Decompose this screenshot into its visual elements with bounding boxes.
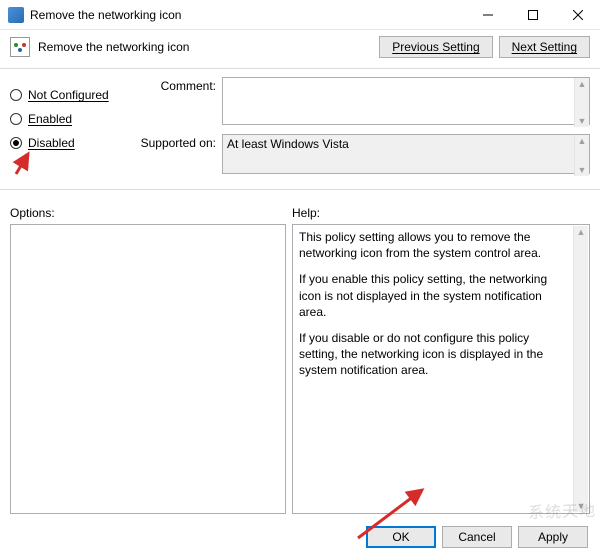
app-icon xyxy=(8,7,24,23)
policy-icon xyxy=(10,37,30,57)
apply-button[interactable]: Apply xyxy=(518,526,588,548)
radio-dot xyxy=(10,89,22,101)
previous-setting-button[interactable]: Previous Setting xyxy=(379,36,492,58)
scrollbar[interactable]: ▲▼ xyxy=(573,226,588,512)
comment-label: Comment: xyxy=(140,77,222,93)
radio-dot xyxy=(10,113,22,125)
radio-dot xyxy=(10,137,22,149)
mid-labels: Options: Help: xyxy=(0,198,600,224)
radio-not-configured[interactable]: Not Configured xyxy=(10,83,140,107)
help-panel: This policy setting allows you to remove… xyxy=(292,224,590,514)
minimize-icon xyxy=(483,10,493,20)
help-paragraph: If you enable this policy setting, the n… xyxy=(299,271,571,320)
policy-title: Remove the networking icon xyxy=(38,40,373,54)
radio-label: Disabled xyxy=(28,136,75,150)
comment-row: Comment: ▲▼ xyxy=(140,77,590,128)
supported-label: Supported on: xyxy=(140,134,222,150)
cancel-button[interactable]: Cancel xyxy=(442,526,512,548)
close-icon xyxy=(573,10,583,20)
top-section: Not Configured Enabled Disabled Comment:… xyxy=(0,77,600,183)
supported-textarea xyxy=(222,134,590,174)
comment-textarea[interactable] xyxy=(222,77,590,125)
fields-column: Comment: ▲▼ Supported on: ▲▼ xyxy=(140,77,590,183)
scrollbar[interactable]: ▲▼ xyxy=(574,135,589,176)
help-label: Help: xyxy=(292,206,320,220)
window-title: Remove the networking icon xyxy=(30,8,465,22)
next-setting-button[interactable]: Next Setting xyxy=(499,36,590,58)
divider xyxy=(0,189,600,190)
supported-control: ▲▼ xyxy=(222,134,590,177)
panels-row: This policy setting allows you to remove… xyxy=(0,224,600,514)
options-label: Options: xyxy=(10,206,292,220)
title-bar: Remove the networking icon xyxy=(0,0,600,30)
close-button[interactable] xyxy=(555,0,600,30)
scrollbar[interactable]: ▲▼ xyxy=(574,78,589,127)
help-paragraph: This policy setting allows you to remove… xyxy=(299,229,571,261)
maximize-icon xyxy=(528,10,538,20)
help-paragraph: If you disable or do not configure this … xyxy=(299,330,571,379)
supported-row: Supported on: ▲▼ xyxy=(140,134,590,177)
help-text: This policy setting allows you to remove… xyxy=(293,225,589,393)
header-row: Remove the networking icon Previous Sett… xyxy=(0,30,600,68)
maximize-button[interactable] xyxy=(510,0,555,30)
action-buttons: OK Cancel Apply xyxy=(366,526,588,548)
radio-label: Not Configured xyxy=(28,88,109,102)
radio-label: Enabled xyxy=(28,112,72,126)
comment-control: ▲▼ xyxy=(222,77,590,128)
options-panel xyxy=(10,224,286,514)
radio-disabled[interactable]: Disabled xyxy=(10,131,140,155)
ok-button[interactable]: OK xyxy=(366,526,436,548)
state-radio-group: Not Configured Enabled Disabled xyxy=(10,77,140,183)
radio-enabled[interactable]: Enabled xyxy=(10,107,140,131)
minimize-button[interactable] xyxy=(465,0,510,30)
divider xyxy=(0,68,600,69)
